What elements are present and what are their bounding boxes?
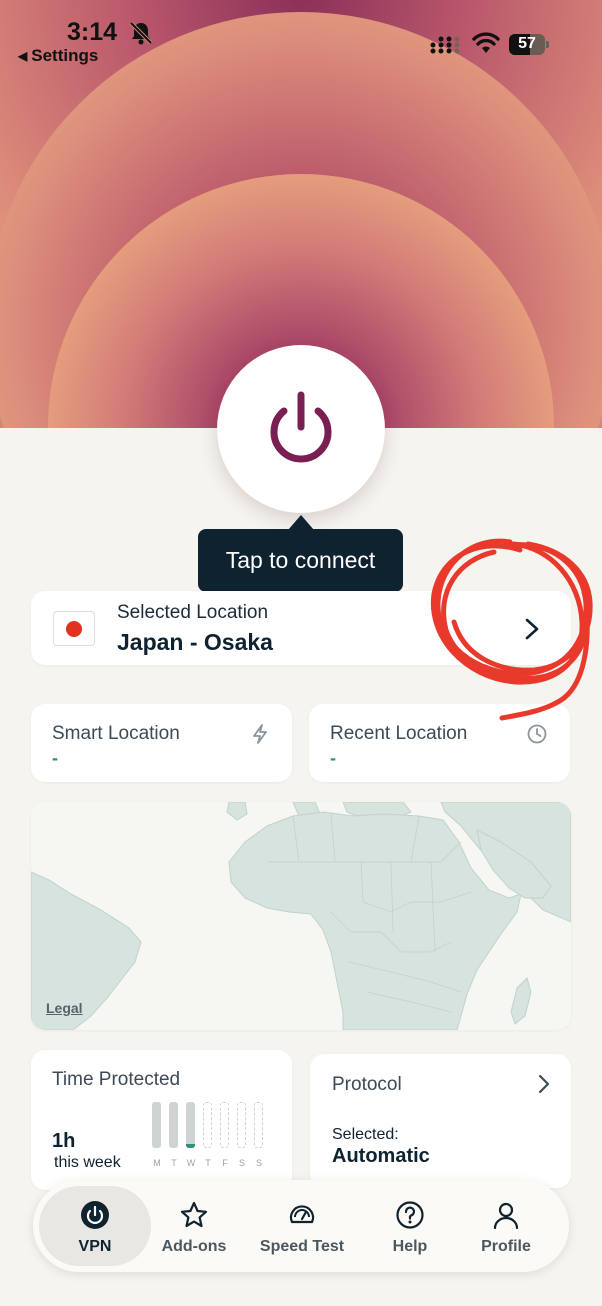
protocol-value: Automatic	[332, 1145, 430, 1167]
selected-location-value: Japan - Osaka	[117, 629, 273, 655]
selected-location-label: Selected Location	[117, 602, 269, 623]
nav-profile-label: Profile	[481, 1238, 531, 1255]
nav-add-ons[interactable]: Add-ons	[155, 1180, 233, 1272]
battery-indicator: 57	[509, 34, 549, 55]
protocol-selected-label: Selected:	[332, 1126, 399, 1143]
day-bar-thu	[203, 1102, 212, 1148]
recent-location-value: -	[330, 748, 336, 768]
day-label: T	[205, 1158, 211, 1168]
nav-speed-test-label: Speed Test	[259, 1238, 345, 1255]
back-label: Settings	[31, 46, 99, 65]
bell-muted-icon	[129, 21, 153, 45]
day-label: F	[222, 1158, 228, 1168]
back-to-settings-link[interactable]: ◀ Settings	[18, 46, 98, 66]
day-label: T	[171, 1158, 177, 1168]
person-icon	[493, 1202, 519, 1230]
day-label: S	[238, 1158, 245, 1168]
status-time: 3:14	[67, 18, 118, 46]
lightning-icon	[253, 724, 267, 744]
connect-power-button[interactable]	[217, 345, 385, 513]
world-map[interactable]: Legal	[31, 802, 571, 1030]
wifi-icon	[472, 32, 500, 53]
protocol-title: Protocol	[332, 1074, 402, 1095]
tap-to-connect-tooltip: Tap to connect	[198, 529, 403, 592]
nav-speed-test[interactable]: Speed Test	[253, 1180, 351, 1272]
day-label: W	[186, 1158, 196, 1168]
day-bar-wed	[186, 1102, 195, 1148]
day-label: S	[255, 1158, 262, 1168]
nav-vpn-label: VPN	[78, 1238, 112, 1255]
power-icon	[270, 391, 332, 463]
chevron-right-icon	[538, 1074, 550, 1094]
day-bar-mon	[152, 1102, 161, 1148]
smart-location-card[interactable]: Smart Location -	[31, 704, 292, 782]
africa-map-graphic	[31, 802, 571, 1030]
japan-flag-icon	[53, 611, 95, 646]
red-circle-annotation	[430, 538, 593, 721]
bottom-navigation: VPN Add-ons Speed Test Help Profile	[33, 1180, 569, 1272]
day-bar-fri	[220, 1102, 229, 1148]
nav-vpn[interactable]: VPN	[39, 1180, 151, 1272]
map-legal-link[interactable]: Legal	[46, 1000, 83, 1016]
nav-profile[interactable]: Profile	[469, 1180, 543, 1272]
speedometer-icon	[289, 1205, 315, 1224]
smart-location-value: -	[52, 748, 58, 768]
day-bar-sat	[237, 1102, 246, 1148]
time-protected-title: Time Protected	[52, 1069, 181, 1090]
nav-help[interactable]: Help	[378, 1180, 442, 1272]
time-protected-card[interactable]: Time Protected 1h this week M T W T F S …	[31, 1050, 292, 1190]
star-icon	[180, 1201, 208, 1228]
back-triangle-icon: ◀	[18, 49, 28, 63]
protocol-card[interactable]: Protocol Selected: Automatic	[310, 1054, 571, 1188]
power-circle-icon	[81, 1201, 109, 1229]
tooltip-arrow	[288, 515, 314, 530]
time-protected-hours: 1h	[52, 1130, 76, 1152]
battery-percent: 57	[518, 35, 536, 52]
nav-add-ons-label: Add-ons	[161, 1238, 227, 1255]
smart-location-title: Smart Location	[52, 723, 180, 744]
time-protected-period: this week	[54, 1154, 121, 1171]
day-bar-sun	[254, 1102, 263, 1148]
day-bar-tue	[169, 1102, 178, 1148]
nav-help-label: Help	[392, 1238, 428, 1255]
day-label: M	[153, 1158, 161, 1168]
cellular-signal-icon	[430, 36, 460, 54]
help-circle-icon	[396, 1201, 424, 1229]
